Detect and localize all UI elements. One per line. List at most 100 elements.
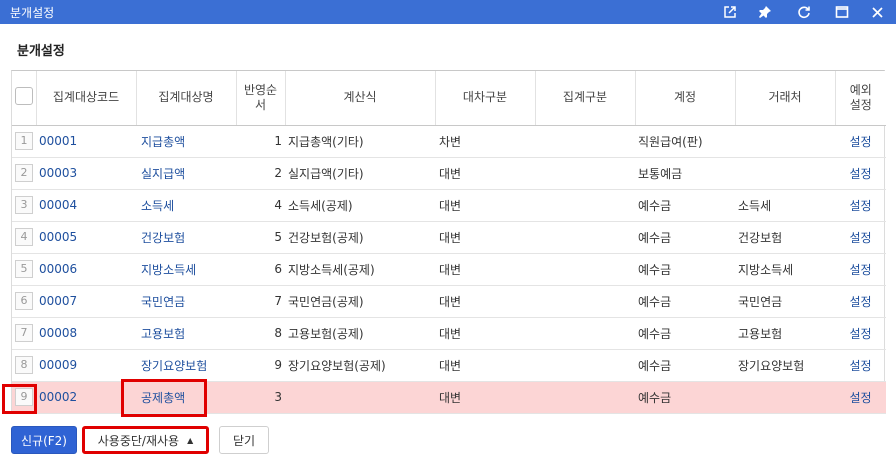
close-button[interactable]: 닫기 bbox=[219, 426, 269, 454]
external-link-icon[interactable] bbox=[719, 1, 741, 23]
order-cell: 3 bbox=[236, 381, 285, 414]
row-number-cell: 1 bbox=[12, 125, 36, 158]
col-header-name[interactable]: 집계대상명 bbox=[136, 71, 237, 126]
col-header-exception[interactable]: 예외설정 bbox=[835, 71, 886, 126]
debit-credit-cell: 대변 bbox=[435, 157, 535, 190]
aggregation-cell bbox=[535, 349, 635, 382]
exception-setting-link[interactable]: 설정 bbox=[835, 221, 886, 254]
exception-setting-link[interactable]: 설정 bbox=[835, 125, 886, 158]
partner-cell bbox=[735, 381, 835, 414]
code-cell[interactable]: 00003 bbox=[36, 157, 136, 190]
table-row[interactable]: 4 00005 건강보험 5 건강보험(공제) 대변 예수금 건강보험 설정 bbox=[12, 221, 886, 254]
name-cell[interactable]: 지방소득세 bbox=[136, 253, 236, 286]
partner-cell: 고용보험 bbox=[735, 317, 835, 350]
partner-cell bbox=[735, 125, 835, 158]
account-cell: 직원급여(판) bbox=[635, 125, 735, 158]
refresh-icon[interactable] bbox=[793, 1, 815, 23]
order-cell: 8 bbox=[236, 317, 285, 350]
exception-setting-link[interactable]: 설정 bbox=[835, 157, 886, 190]
close-button-label: 닫기 bbox=[232, 433, 256, 448]
order-cell: 5 bbox=[236, 221, 285, 254]
name-cell[interactable]: 공제총액 bbox=[136, 381, 236, 414]
aggregation-cell bbox=[535, 125, 635, 158]
name-cell[interactable]: 장기요양보험 bbox=[136, 349, 236, 382]
window-titlebar: 분개설정 bbox=[0, 0, 896, 24]
name-cell[interactable]: 지급총액 bbox=[136, 125, 236, 158]
col-header-account[interactable]: 계정 bbox=[635, 71, 736, 126]
account-cell: 예수금 bbox=[635, 253, 735, 286]
row-number-cell: 3 bbox=[12, 189, 36, 222]
exception-setting-link[interactable]: 설정 bbox=[835, 253, 886, 286]
account-cell: 예수금 bbox=[635, 317, 735, 350]
code-cell[interactable]: 00001 bbox=[36, 125, 136, 158]
col-header-formula[interactable]: 계산식 bbox=[285, 71, 436, 126]
aggregation-cell bbox=[535, 285, 635, 318]
table-row[interactable]: 5 00006 지방소득세 6 지방소득세(공제) 대변 예수금 지방소득세 설정 bbox=[12, 253, 886, 286]
account-cell: 보통예금 bbox=[635, 157, 735, 190]
code-cell[interactable]: 00002 bbox=[36, 381, 136, 414]
table-row[interactable]: 8 00009 장기요양보험 9 장기요양보험(공제) 대변 예수금 장기요양보험 설정 bbox=[12, 349, 886, 382]
formula-cell: 장기요양보험(공제) bbox=[285, 349, 435, 382]
formula-cell: 지급총액(기타) bbox=[285, 125, 435, 158]
name-cell[interactable]: 고용보험 bbox=[136, 317, 236, 350]
close-icon[interactable] bbox=[866, 1, 888, 23]
maximize-icon[interactable] bbox=[831, 1, 853, 23]
table-row[interactable]: 3 00004 소득세 4 소득세(공제) 대변 예수금 소득세 설정 bbox=[12, 189, 886, 222]
pin-icon[interactable] bbox=[754, 1, 776, 23]
code-cell[interactable]: 00009 bbox=[36, 349, 136, 382]
exception-setting-link[interactable]: 설정 bbox=[835, 285, 886, 318]
debit-credit-cell: 대변 bbox=[435, 221, 535, 254]
table-row[interactable]: 6 00007 국민연금 7 국민연금(공제) 대변 예수금 국민연금 설정 bbox=[12, 285, 886, 318]
account-cell: 예수금 bbox=[635, 349, 735, 382]
row-number: 1 bbox=[15, 132, 33, 150]
col-header-order[interactable]: 반영순서 bbox=[236, 71, 286, 126]
row-number-cell: 7 bbox=[12, 317, 36, 350]
partner-cell: 지방소득세 bbox=[735, 253, 835, 286]
formula-cell: 지방소득세(공제) bbox=[285, 253, 435, 286]
col-header-aggregation[interactable]: 집계구분 bbox=[535, 71, 636, 126]
code-cell[interactable]: 00004 bbox=[36, 189, 136, 222]
debit-credit-cell: 대변 bbox=[435, 349, 535, 382]
table-row[interactable]: 7 00008 고용보험 8 고용보험(공제) 대변 예수금 고용보험 설정 bbox=[12, 317, 886, 350]
debit-credit-cell: 대변 bbox=[435, 317, 535, 350]
code-cell[interactable]: 00005 bbox=[36, 221, 136, 254]
stop-reuse-dropdown-button[interactable]: 사용중단/재사용 ▲ bbox=[82, 426, 209, 454]
table-row[interactable]: 2 00003 실지급액 2 실지급액(기타) 대변 보통예금 설정 bbox=[12, 157, 886, 190]
partner-cell: 소득세 bbox=[735, 189, 835, 222]
new-button[interactable]: 신규(F2) bbox=[11, 426, 77, 454]
aggregation-cell bbox=[535, 381, 635, 414]
row-number-cell: 8 bbox=[12, 349, 36, 382]
name-cell[interactable]: 소득세 bbox=[136, 189, 236, 222]
order-cell: 2 bbox=[236, 157, 285, 190]
new-button-label: 신규(F2) bbox=[21, 433, 67, 448]
order-cell: 4 bbox=[236, 189, 285, 222]
formula-cell: 실지급액(기타) bbox=[285, 157, 435, 190]
code-cell[interactable]: 00007 bbox=[36, 285, 136, 318]
account-cell: 예수금 bbox=[635, 381, 735, 414]
row-number: 3 bbox=[15, 196, 33, 214]
name-cell[interactable]: 국민연금 bbox=[136, 285, 236, 318]
name-cell[interactable]: 건강보험 bbox=[136, 221, 236, 254]
table-row[interactable]: 1 00001 지급총액 1 지급총액(기타) 차변 직원급여(판) 설정 bbox=[12, 125, 886, 158]
exception-setting-link[interactable]: 설정 bbox=[835, 349, 886, 382]
exception-setting-link[interactable]: 설정 bbox=[835, 189, 886, 222]
row-number: 8 bbox=[15, 356, 33, 374]
select-all-header bbox=[12, 71, 37, 126]
col-header-code[interactable]: 집계대상코드 bbox=[36, 71, 137, 126]
col-header-partner[interactable]: 거래처 bbox=[735, 71, 836, 126]
name-cell[interactable]: 실지급액 bbox=[136, 157, 236, 190]
code-cell[interactable]: 00006 bbox=[36, 253, 136, 286]
exception-setting-link[interactable]: 설정 bbox=[835, 381, 886, 414]
debit-credit-cell: 대변 bbox=[435, 381, 535, 414]
exception-setting-link[interactable]: 설정 bbox=[835, 317, 886, 350]
debit-credit-cell: 대변 bbox=[435, 189, 535, 222]
formula-cell: 국민연금(공제) bbox=[285, 285, 435, 318]
table-row[interactable]: 9 00002 공제총액 3 대변 예수금 설정 bbox=[12, 381, 886, 414]
partner-cell: 건강보험 bbox=[735, 221, 835, 254]
col-header-debit-credit[interactable]: 대차구분 bbox=[435, 71, 536, 126]
row-number: 7 bbox=[15, 324, 33, 342]
account-cell: 예수금 bbox=[635, 285, 735, 318]
code-cell[interactable]: 00008 bbox=[36, 317, 136, 350]
select-all-checkbox[interactable] bbox=[14, 86, 33, 105]
stop-reuse-label: 사용중단/재사용 bbox=[97, 433, 180, 448]
